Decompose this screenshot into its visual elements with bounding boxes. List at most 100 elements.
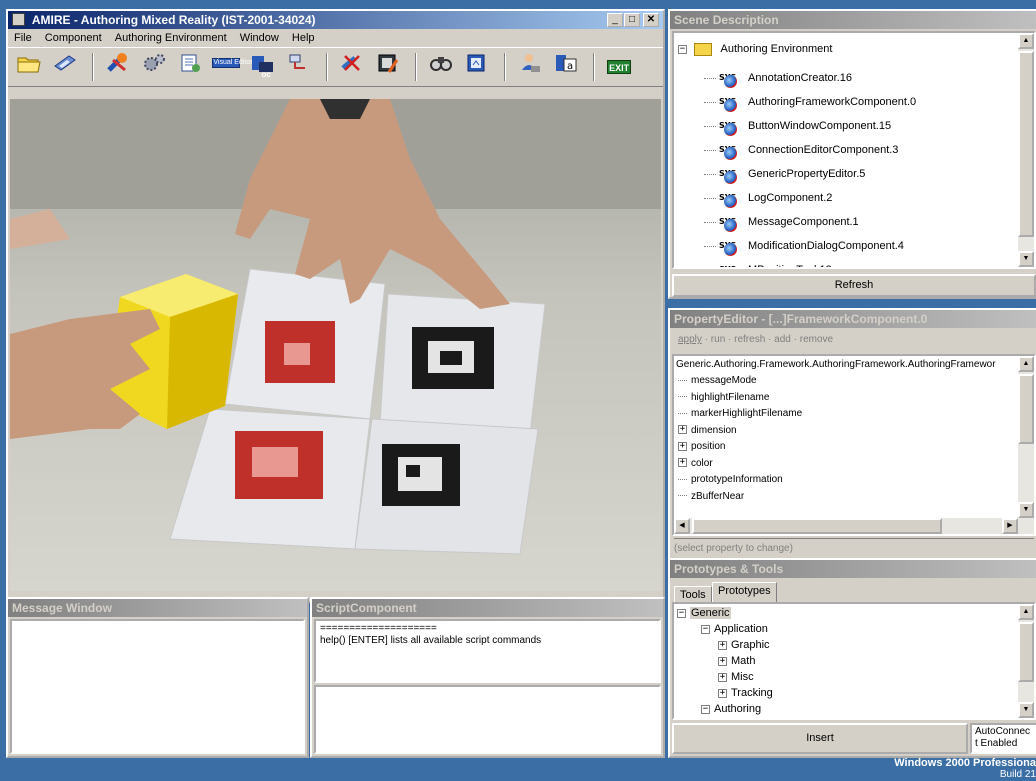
scroll-down-arrow-icon[interactable]: ▼: [1018, 502, 1034, 518]
property-item[interactable]: markerHighlightFilename: [678, 406, 802, 422]
collapse-icon[interactable]: −: [677, 608, 686, 618]
connector-tool-icon[interactable]: [284, 52, 314, 82]
scroll-up-arrow-icon[interactable]: ▲: [1018, 604, 1034, 620]
expand-icon[interactable]: +: [678, 441, 687, 451]
property-item[interactable]: prototypeInformation: [678, 472, 783, 488]
scene-tree[interactable]: − Authoring Environment SYS AnnotationCre…: [672, 31, 1036, 269]
tree-generic[interactable]: − Generic: [677, 605, 731, 621]
scene-item[interactable]: SYS ConnectionEditorComponent.3: [704, 139, 898, 161]
script-component-titlebar[interactable]: ScriptComponent: [312, 599, 663, 617]
exit-icon[interactable]: EXIT: [604, 52, 634, 82]
property-vscrollbar[interactable]: ▲ ▼: [1018, 356, 1034, 518]
tree-prototype-group[interactable]: + Tracking: [718, 685, 773, 701]
scene-item[interactable]: SYS AuthoringFrameworkComponent.0: [704, 91, 916, 113]
menu-component[interactable]: Component: [45, 32, 102, 44]
scroll-left-arrow-icon[interactable]: ◀: [674, 518, 690, 534]
scene-item[interactable]: SYS ModificationDialogComponent.4: [704, 235, 904, 257]
scroll-thumb[interactable]: [1018, 374, 1034, 444]
property-hscrollbar[interactable]: ◀ ▶: [674, 518, 1034, 534]
minimize-button[interactable]: _: [607, 13, 623, 27]
scroll-down-arrow-icon[interactable]: ▼: [1018, 702, 1034, 718]
oc-icon[interactable]: oc: [247, 52, 277, 82]
tree-prototype-group[interactable]: + Misc: [718, 669, 754, 685]
wrench-icon[interactable]: [103, 52, 133, 82]
property-name: color: [691, 457, 713, 469]
binoculars-icon[interactable]: [426, 52, 456, 82]
property-item[interactable]: messageMode: [678, 373, 757, 389]
collapse-icon[interactable]: −: [678, 44, 687, 54]
refresh-link[interactable]: refresh: [734, 334, 765, 345]
message-window: Message Window: [6, 597, 309, 758]
gears-icon[interactable]: [139, 52, 169, 82]
remove-link[interactable]: remove: [800, 334, 833, 345]
scene-item-label: AnnotationCreator.16: [748, 72, 852, 84]
scroll-right-arrow-icon[interactable]: ▶: [1002, 518, 1018, 534]
property-editor-titlebar[interactable]: PropertyEditor - [...]FrameworkComponent…: [670, 310, 1036, 328]
menu-help[interactable]: Help: [292, 32, 315, 44]
add-link[interactable]: add: [774, 334, 791, 345]
property-tree[interactable]: Generic.Authoring.Framework.AuthoringFra…: [672, 354, 1036, 536]
collapse-icon[interactable]: −: [701, 704, 710, 714]
scroll-down-arrow-icon[interactable]: ▼: [1018, 251, 1034, 267]
property-item[interactable]: zBufferNear: [678, 489, 744, 505]
scroll-thumb[interactable]: [1018, 51, 1034, 237]
picture-frame-icon[interactable]: [462, 52, 492, 82]
edit-component-icon[interactable]: [373, 52, 403, 82]
expand-icon[interactable]: +: [718, 688, 727, 698]
expand-icon[interactable]: +: [678, 425, 687, 435]
tree-application[interactable]: − Application: [701, 621, 768, 637]
open-folder-icon[interactable]: [14, 52, 44, 82]
script-input-area[interactable]: [314, 685, 661, 754]
expand-icon[interactable]: +: [718, 640, 727, 650]
scene-tree-scrollbar[interactable]: ▲ ▼: [1018, 33, 1034, 267]
message-window-titlebar[interactable]: Message Window: [8, 599, 307, 617]
document-scroll-icon[interactable]: [175, 52, 205, 82]
property-item[interactable]: highlightFilename: [678, 390, 769, 406]
property-item[interactable]: + dimension: [678, 423, 737, 439]
scene-item[interactable]: SYS GenericPropertyEditor.5: [704, 163, 865, 185]
scroll-thumb[interactable]: [1018, 622, 1034, 682]
text-label-icon[interactable]: a: [551, 52, 581, 82]
scene-item-label: ModificationDialogComponent.4: [748, 240, 904, 252]
message-log-area[interactable]: [10, 619, 305, 754]
expand-icon[interactable]: +: [678, 458, 687, 468]
menu-window[interactable]: Window: [240, 32, 279, 44]
apply-link[interactable]: apply: [678, 334, 702, 345]
scene-item[interactable]: SYS MPositionTool.12: [704, 259, 832, 267]
scene-item[interactable]: SYS ButtonWindowComponent.15: [704, 115, 891, 137]
property-item[interactable]: + position: [678, 439, 725, 455]
menu-file[interactable]: File: [14, 32, 32, 44]
refresh-button[interactable]: Refresh: [672, 274, 1036, 297]
prototypes-tree[interactable]: − Generic − Application + Graphic + Math + Misc…: [672, 602, 1036, 720]
insert-button[interactable]: Insert: [672, 723, 968, 754]
prototypes-tools-titlebar[interactable]: Prototypes & Tools: [670, 560, 1036, 578]
user-network-icon[interactable]: [515, 52, 545, 82]
tree-authoring[interactable]: − Authoring: [701, 701, 761, 717]
maximize-button[interactable]: □: [624, 13, 640, 27]
visual-editor-icon[interactable]: Visual Editor: [211, 52, 253, 82]
collapse-icon[interactable]: −: [701, 624, 710, 634]
property-item[interactable]: + color: [678, 456, 713, 472]
scene-item[interactable]: SYS LogComponent.2: [704, 187, 832, 209]
autoconnect-toggle[interactable]: AutoConnec t Enabled: [970, 723, 1036, 754]
tree-root[interactable]: − Authoring Environment: [678, 41, 832, 57]
scene-item[interactable]: SYS MessageComponent.1: [704, 211, 859, 233]
run-link[interactable]: run: [711, 334, 725, 345]
expand-icon[interactable]: +: [718, 672, 727, 682]
scroll-up-arrow-icon[interactable]: ▲: [1018, 33, 1034, 49]
tab-prototypes[interactable]: Prototypes: [712, 582, 777, 602]
main-window-titlebar[interactable]: AMIRE - Authoring Mixed Reality (IST-200…: [8, 11, 663, 29]
scene-item[interactable]: SYS AnnotationCreator.16: [704, 67, 852, 89]
expand-icon[interactable]: +: [718, 656, 727, 666]
scene-description-titlebar[interactable]: Scene Description: [670, 11, 1036, 29]
menu-authoring-environment[interactable]: Authoring Environment: [115, 32, 227, 44]
close-button[interactable]: ✕: [643, 13, 659, 27]
delete-connection-icon[interactable]: [337, 52, 367, 82]
scroll-up-arrow-icon[interactable]: ▲: [1018, 356, 1034, 372]
ar-camera-view[interactable]: [10, 99, 661, 591]
scroll-thumb[interactable]: [692, 518, 942, 534]
prototypes-scrollbar[interactable]: ▲ ▼: [1018, 604, 1034, 718]
tree-prototype-group[interactable]: + Graphic: [718, 637, 770, 653]
save-icon[interactable]: [50, 52, 80, 82]
tree-prototype-group[interactable]: + Math: [718, 653, 755, 669]
